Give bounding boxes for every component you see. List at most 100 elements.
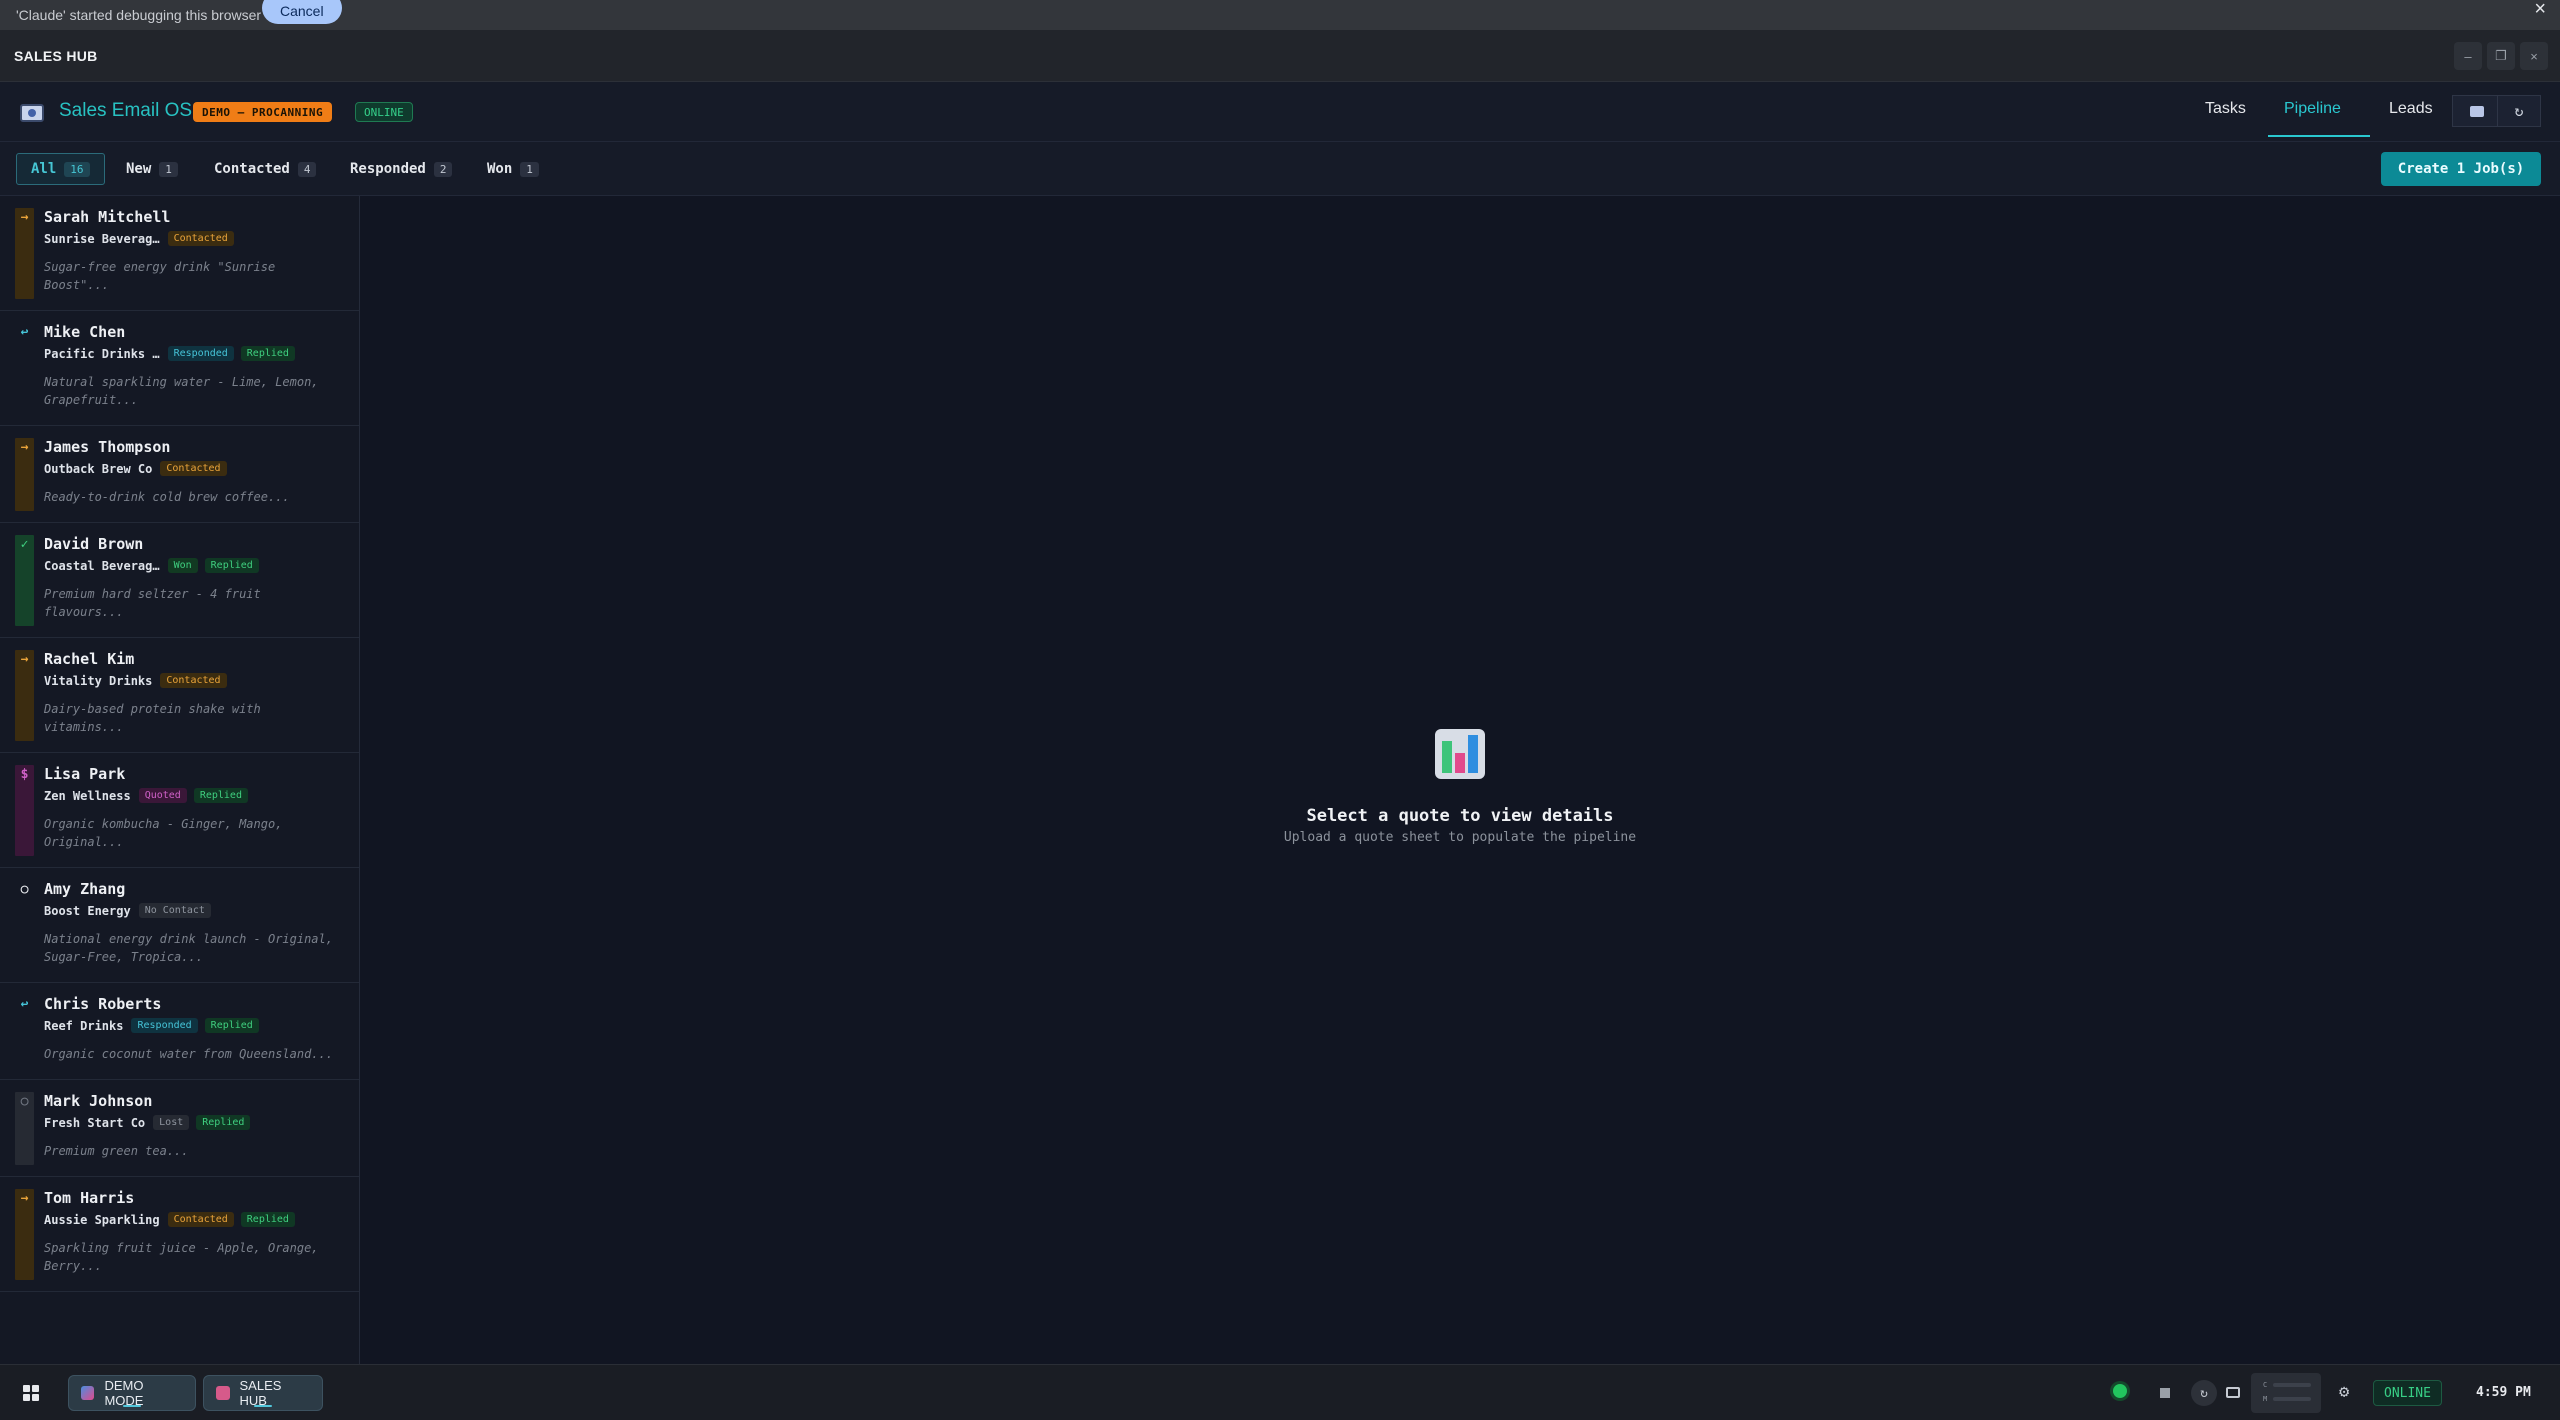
lead-company: Boost Energy (44, 903, 131, 918)
status-tag: Replied (196, 1115, 251, 1130)
status-icon: ↩ (20, 325, 29, 340)
lead-description: Premium green tea... (44, 1144, 189, 1158)
filter-tab-won[interactable]: Won 1 (473, 153, 553, 185)
lead-name: Mark Johnson (44, 1092, 153, 1110)
filter-bar: All 16 New 1 Contacted 4 Responded 2 Won 1 Cr… (0, 142, 2560, 196)
lead-name: Chris Roberts (44, 995, 162, 1013)
lead-name: Sarah Mitchell (44, 208, 171, 226)
memory-bar (2273, 1397, 2311, 1401)
demo-mode-app-icon (81, 1386, 95, 1400)
empty-state-subtitle: Upload a quote sheet to populate the pip… (1283, 830, 1637, 845)
status-icon: → (20, 1191, 29, 1206)
lead-name: Rachel Kim (44, 650, 135, 668)
app-title: Sales Email OS (59, 100, 193, 121)
status-tag: No Contact (138, 903, 211, 918)
lead-name: Tom Harris (44, 1189, 135, 1207)
status-tag: Quoted (138, 788, 187, 803)
lead-description: Organic coconut water from Queensland... (44, 1047, 333, 1061)
lead-item[interactable]: ○ Mark Johnson Fresh Start Co Lost Replied Pr… (0, 1080, 359, 1177)
filter-tab-count: 16 (64, 161, 90, 177)
stop-icon[interactable] (2160, 1388, 2170, 1398)
keyboard-icon[interactable] (2226, 1387, 2240, 1398)
status-icon: → (20, 210, 29, 225)
lead-company: Outback Brew Co (44, 461, 153, 476)
lead-name: Mike Chen (44, 323, 126, 341)
filter-tab-label: Responded (350, 161, 426, 177)
lead-name: Amy Zhang (44, 880, 126, 898)
lead-item[interactable]: ✓ David Brown Coastal Beverag… Won Replied Pr… (0, 523, 359, 638)
lead-item[interactable]: ↩ Chris Roberts Reef Drinks Responded Replie… (0, 983, 359, 1080)
status-icon: → (20, 652, 29, 667)
status-icon: ✓ (20, 537, 29, 552)
create-jobs-button[interactable]: Create 1 Job(s) (2381, 152, 2541, 186)
app-launcher-icon[interactable] (23, 1385, 39, 1401)
lead-company: Vitality Drinks (44, 673, 153, 688)
lead-company: Pacific Drinks … (44, 346, 160, 361)
refresh-button[interactable]: ↻ (2497, 95, 2541, 127)
filter-tab-count: 1 (159, 161, 178, 177)
lead-description: Natural sparkling water - Lime, Lemon, G… (44, 375, 319, 407)
status-tag: Responded (131, 1018, 198, 1033)
status-icon: ○ (20, 882, 29, 897)
lead-item[interactable]: → James Thompson Outback Brew Co Contacted R… (0, 426, 359, 523)
close-window-button[interactable]: × (2520, 42, 2548, 70)
active-tab-indicator (2268, 135, 2370, 137)
maximize-button[interactable]: ❐ (2487, 42, 2515, 70)
lead-item[interactable]: → Tom Harris Aussie Sparkling Contacted Repl… (0, 1177, 359, 1292)
status-tag: Replied (240, 346, 295, 361)
settings-gear-icon[interactable]: ⚙ (2339, 1382, 2349, 1402)
cancel-debug-button[interactable]: Cancel (262, 0, 342, 24)
resource-monitor[interactable]: C M (2251, 1373, 2321, 1413)
status-tag: Replied (193, 788, 248, 803)
filter-tab-contacted[interactable]: Contacted 4 (200, 153, 330, 185)
nav-tab-leads[interactable]: Leads (2389, 100, 2433, 118)
taskbar: DEMO MODE SALES HUB ↻ C M ⚙ ONLINE 4:59 … (0, 1364, 2560, 1420)
lead-item[interactable]: $ Lisa Park Zen Wellness Quoted Replied Organ… (0, 753, 359, 868)
cpu-label: C (2263, 1381, 2268, 1389)
taskbar-app-demo-mode[interactable]: DEMO MODE (68, 1375, 196, 1411)
lead-description: Organic kombucha - Ginger, Mango, Origin… (44, 817, 283, 849)
window-title: SALES HUB (14, 47, 98, 64)
debug-message: 'Claude' started debugging this browser (16, 7, 262, 23)
status-tag: Contacted (167, 1212, 234, 1227)
status-tag: Lost (153, 1115, 190, 1130)
empty-state-title: Select a quote to view details (1306, 806, 1614, 826)
lead-name: James Thompson (44, 438, 171, 456)
taskbar-app-sales-hub[interactable]: SALES HUB (203, 1375, 323, 1411)
filter-tab-new[interactable]: New 1 (112, 153, 192, 185)
sync-icon[interactable]: ↻ (2191, 1380, 2217, 1406)
lead-meta: Pacific Drinks … Responded Replied (44, 346, 302, 361)
status-tag: Contacted (167, 231, 234, 246)
lead-item[interactable]: ○ Amy Zhang Boost Energy No Contact National… (0, 868, 359, 983)
filter-tab-all[interactable]: All 16 (16, 153, 105, 185)
nav-tab-tasks[interactable]: Tasks (2205, 100, 2246, 118)
nav-tab-pipeline[interactable]: Pipeline (2284, 100, 2341, 118)
lead-company: Zen Wellness (44, 788, 131, 803)
filter-tab-count: 2 (433, 161, 453, 177)
filter-tab-responded[interactable]: Responded 2 (336, 153, 466, 185)
lead-meta: Sunrise Beverag… Contacted (44, 231, 241, 246)
lead-description: Sparkling fruit juice - Apple, Orange, B… (44, 1241, 319, 1273)
filter-tab-label: All (31, 161, 57, 177)
lead-company: Aussie Sparkling (44, 1212, 160, 1227)
taskbar-app-label: SALES HUB (239, 1378, 282, 1408)
lead-item[interactable]: ↩ Mike Chen Pacific Drinks … Responded Repli… (0, 311, 359, 426)
status-tag: Replied (240, 1212, 295, 1227)
lead-name: Lisa Park (44, 765, 126, 783)
app-header: Sales Email OS DEMO — PROCANNING ONLINE … (0, 82, 2560, 142)
filter-tab-label: Won (487, 161, 513, 177)
lead-meta: Fresh Start Co Lost Replied (44, 1115, 257, 1130)
close-infobar-icon[interactable]: × (2534, 0, 2546, 21)
status-icon: $ (20, 767, 29, 782)
lead-description: Dairy-based protein shake with vitamins.… (44, 702, 261, 734)
camera-button[interactable] (2452, 95, 2502, 127)
minimize-button[interactable]: – (2454, 42, 2482, 70)
lead-list: → Sarah Mitchell Sunrise Beverag… Contacted… (0, 196, 360, 1364)
lead-item[interactable]: → Rachel Kim Vitality Drinks Contacted Dairy… (0, 638, 359, 753)
lead-item[interactable]: → Sarah Mitchell Sunrise Beverag… Contacted… (0, 196, 359, 311)
demo-mode-badge: DEMO — PROCANNING (193, 102, 333, 122)
app-logo-icon (20, 104, 44, 122)
lead-meta: Boost Energy No Contact (44, 903, 218, 918)
lead-description: National energy drink launch - Original,… (44, 932, 333, 964)
status-tag: Contacted (160, 461, 227, 476)
